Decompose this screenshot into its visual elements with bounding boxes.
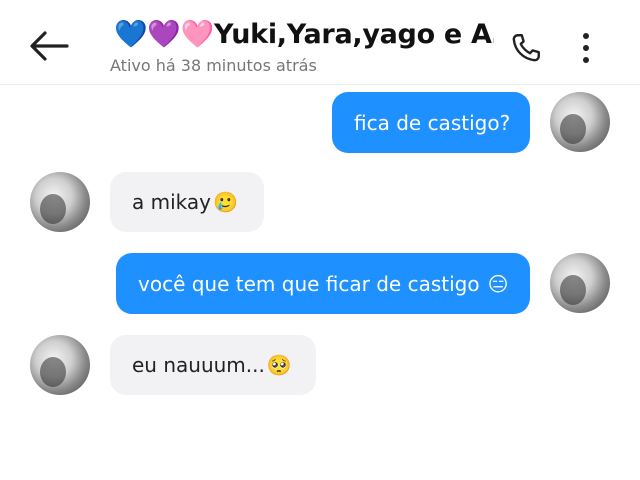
avatar[interactable] bbox=[30, 172, 90, 232]
message-bubble-incoming[interactable]: a mikay 🥲 bbox=[110, 172, 264, 232]
message-text: eu nauuum... bbox=[132, 353, 265, 377]
message-bubble-outgoing[interactable]: fica de castigo? bbox=[332, 92, 530, 153]
message-bubble-incoming[interactable]: eu nauuum... 🥺 bbox=[110, 335, 316, 395]
avatar[interactable] bbox=[30, 335, 90, 395]
emoji: 🥲 bbox=[212, 190, 238, 214]
emoji: 🥺 bbox=[266, 353, 292, 377]
chat-header: 💙💜🩷Yuki,Yara,yago e A… Ativo há 38 minut… bbox=[0, 0, 640, 85]
message-bubble-outgoing[interactable]: você que tem que ficar de castigo 😑 bbox=[116, 253, 530, 314]
more-vert-icon bbox=[583, 33, 589, 63]
back-button[interactable] bbox=[26, 26, 72, 66]
more-options-button[interactable] bbox=[570, 28, 602, 68]
message-text: a mikay bbox=[132, 190, 211, 214]
avatar[interactable] bbox=[550, 92, 610, 152]
avatar[interactable] bbox=[550, 253, 610, 313]
emoji: 😑 bbox=[487, 271, 509, 296]
phone-icon bbox=[512, 34, 540, 62]
back-arrow-icon bbox=[30, 31, 69, 61]
message-text: fica de castigo? bbox=[354, 110, 511, 135]
call-button[interactable] bbox=[508, 30, 544, 66]
active-status: Ativo há 38 minutos atrás bbox=[110, 56, 317, 75]
message-text: você que tem que ficar de castigo bbox=[138, 271, 480, 296]
chat-title[interactable]: 💙💜🩷Yuki,Yara,yago e A… bbox=[114, 18, 494, 50]
